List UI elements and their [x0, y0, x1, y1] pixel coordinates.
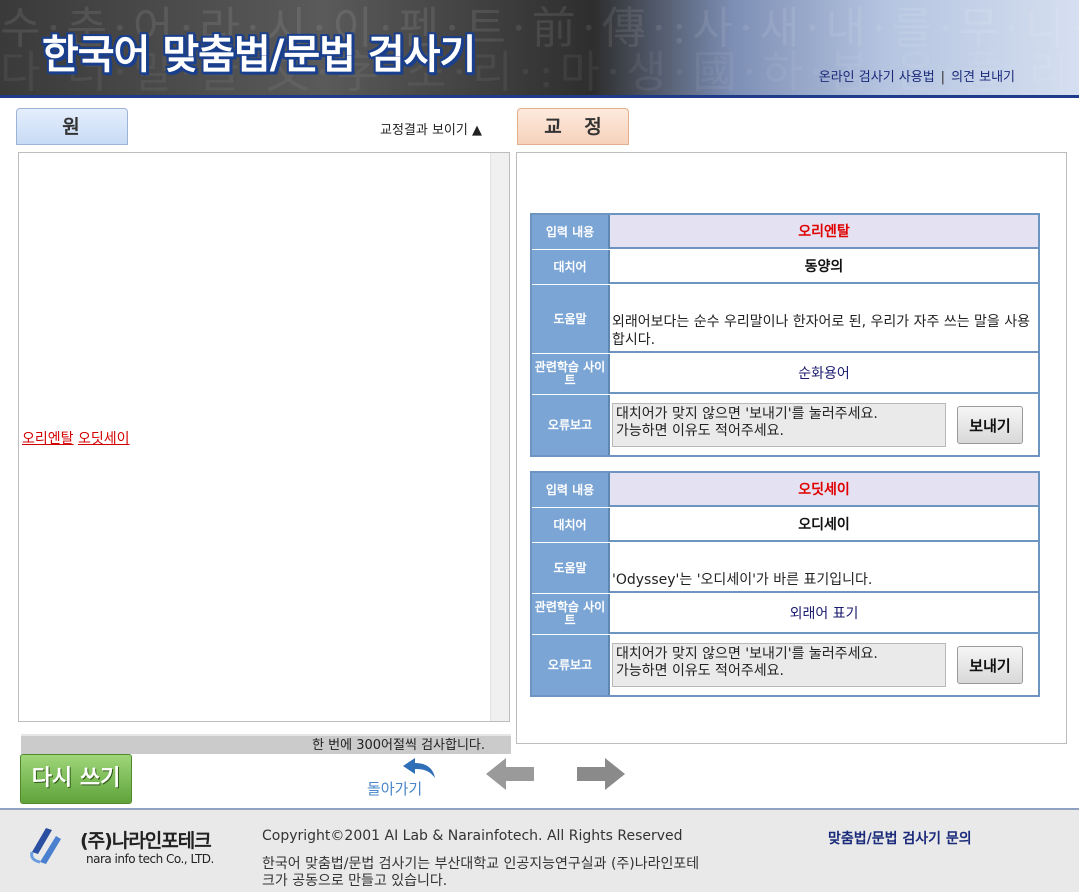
row-label-help: 도움말	[532, 285, 610, 353]
send-button[interactable]: 보내기	[957, 646, 1023, 684]
status-bar: 한 번에 300어절씩 검사합니다.	[21, 734, 511, 754]
row-label-report: 오류보고	[532, 635, 610, 695]
company-logo-icon	[30, 828, 61, 864]
input-word: 오딧세이	[610, 473, 1038, 507]
original-text: 오리엔탈 오딧세이	[22, 428, 130, 448]
original-text-pane[interactable]: 오리엔탈 오딧세이	[18, 152, 510, 722]
previous-arrow-icon[interactable]	[484, 754, 536, 794]
learning-site-link[interactable]: 외래어 표기	[610, 594, 1038, 634]
correction-table: 입력 내용 오리엔탈 대치어 동양의 도움말 외래어보다는 순수 우리말이나 한…	[530, 213, 1040, 457]
back-label: 돌아가기	[367, 780, 423, 798]
send-feedback-link[interactable]: 의견 보내기	[951, 70, 1015, 85]
row-label-report: 오류보고	[532, 395, 610, 455]
error-report-input[interactable]: 대치어가 맞지 않으면 '보내기'를 눌러주세요. 가능하면 이유도 적어주세요…	[612, 643, 946, 687]
row-label-replacement: 대치어	[532, 508, 610, 542]
company-logo[interactable]: (주)나라인포테크 nara info tech Co., LTD.	[28, 822, 238, 870]
company-name: (주)나라인포테크	[80, 830, 212, 852]
help-text: 외래어보다는 순수 우리말이나 한자어로 된, 우리가 자주 쓰는 말을 사용합…	[610, 285, 1038, 353]
next-arrow-icon[interactable]	[575, 754, 627, 794]
error-word[interactable]: 오딧세이	[78, 431, 130, 447]
back-button[interactable]: 돌아가기	[367, 756, 441, 800]
app-title: 한국어 맞춤법/문법 검사기	[42, 32, 476, 78]
footer: (주)나라인포테크 nara info tech Co., LTD. Copyr…	[0, 808, 1079, 892]
tab-correction[interactable]: 교 정 표	[517, 108, 629, 175]
row-label-site: 관련학습 사이트	[532, 354, 610, 394]
row-label-help: 도움말	[532, 543, 610, 593]
replacement-word[interactable]: 오디세이	[610, 508, 1038, 542]
original-pane-scrollbar[interactable]	[490, 153, 509, 721]
usage-guide-link[interactable]: 온라인 검사기 사용법	[819, 70, 935, 85]
row-label-site: 관련학습 사이트	[532, 594, 610, 634]
inquiry-link[interactable]: 맞춤법/문법 검사기 문의	[828, 828, 972, 848]
footer-description: 한국어 맞춤법/문법 검사기는 부산대학교 인공지능연구실과 (주)나라인포테크…	[262, 856, 700, 889]
header-divider	[0, 95, 1079, 98]
row-label-input: 입력 내용	[532, 215, 610, 249]
input-word: 오리엔탈	[610, 215, 1038, 249]
show-results-toggle[interactable]: 교정결과 보이기 ▲	[380, 119, 482, 138]
header-banner: 수·춘·어·라·시·이·펜·트·前·傳·:사·새·내·를·무·니·이·文·나 다…	[0, 0, 1079, 95]
correction-pane: 입력 내용 오리엔탈 대치어 동양의 도움말 외래어보다는 순수 우리말이나 한…	[516, 152, 1067, 744]
link-separator: |	[940, 70, 946, 85]
header-links: 온라인 검사기 사용법 | 의견 보내기	[819, 66, 1015, 85]
send-button[interactable]: 보내기	[957, 406, 1023, 444]
copyright-text: Copyright©2001 AI Lab & Narainfotech. Al…	[262, 828, 683, 844]
error-report-cell: 대치어가 맞지 않으면 '보내기'를 눌러주세요. 가능하면 이유도 적어주세요…	[610, 395, 1038, 455]
learning-site-link[interactable]: 순화용어	[610, 354, 1038, 394]
rewrite-button[interactable]: 다시 쓰기	[20, 754, 132, 804]
error-word[interactable]: 오리엔탈	[22, 431, 74, 447]
row-label-input: 입력 내용	[532, 473, 610, 507]
replacement-word[interactable]: 동양의	[610, 250, 1038, 284]
help-text: 'Odyssey'는 '오디세이'가 바른 표기입니다.	[610, 543, 1038, 593]
row-label-replacement: 대치어	[532, 250, 610, 284]
error-report-cell: 대치어가 맞지 않으면 '보내기'를 눌러주세요. 가능하면 이유도 적어주세요…	[610, 635, 1038, 695]
company-name-english: nara info tech Co., LTD.	[86, 852, 214, 866]
tab-original[interactable]: 원 문	[16, 108, 128, 175]
back-arrow-icon	[403, 758, 435, 778]
correction-table: 입력 내용 오딧세이 대치어 오디세이 도움말 'Odyssey'는 '오디세이…	[530, 471, 1040, 697]
error-report-input[interactable]: 대치어가 맞지 않으면 '보내기'를 눌러주세요. 가능하면 이유도 적어주세요…	[612, 403, 946, 447]
